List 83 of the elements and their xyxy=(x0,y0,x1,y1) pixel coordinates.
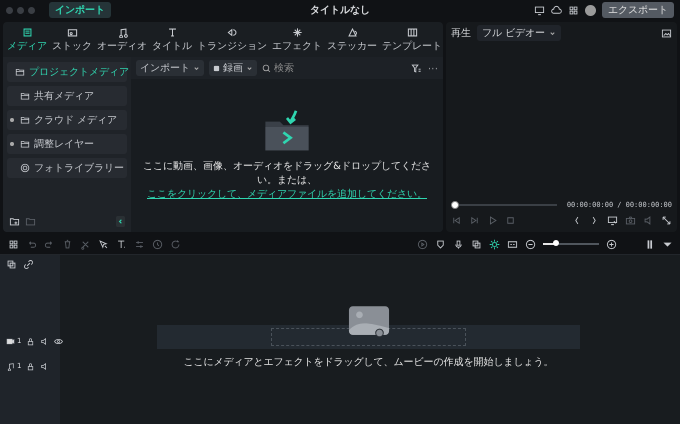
chevron-left-icon xyxy=(117,218,124,225)
redo-icon[interactable] xyxy=(44,238,55,250)
sidebar-item[interactable]: プロジェクトメディア xyxy=(7,62,127,82)
timeline-hint: ここにメディアとエフェクトをドラッグして、ムービーの作成を開始しましょう。 xyxy=(184,356,554,369)
photo-icon xyxy=(66,27,78,38)
caption-icon[interactable] xyxy=(507,238,518,250)
transition-icon xyxy=(226,27,238,38)
record-dropdown[interactable]: 録画 xyxy=(209,60,257,76)
avatar[interactable] xyxy=(585,4,596,16)
sliders-icon[interactable] xyxy=(134,238,145,250)
microphone-icon[interactable] xyxy=(453,238,464,250)
text-icon[interactable] xyxy=(116,238,127,250)
import-button[interactable]: インポート xyxy=(49,2,111,18)
new-folder-icon[interactable] xyxy=(9,216,20,227)
clock-icon[interactable] xyxy=(152,238,163,250)
previous-frame-icon[interactable] xyxy=(451,215,462,226)
scissors-icon[interactable] xyxy=(80,238,91,250)
filter-icon[interactable] xyxy=(411,62,422,74)
eye-icon[interactable] xyxy=(54,336,64,346)
folder-icon xyxy=(20,91,30,101)
template-icon xyxy=(406,27,418,38)
tab[interactable]: トランジション xyxy=(195,24,269,57)
add-media-link[interactable]: ここをクリックして、メディアファイルを追加してください。 xyxy=(147,189,427,200)
text-icon xyxy=(166,27,178,38)
tab[interactable]: オーディオ xyxy=(95,24,149,57)
play-icon[interactable] xyxy=(487,215,498,226)
undo-icon[interactable] xyxy=(26,238,37,250)
tab[interactable]: ステッカー xyxy=(325,24,379,57)
zoom-in-icon[interactable] xyxy=(606,238,617,250)
apps-icon[interactable] xyxy=(568,4,579,16)
window-title: タイトルなし xyxy=(310,4,370,17)
display-icon[interactable] xyxy=(607,215,618,226)
play-frame-icon[interactable] xyxy=(469,215,480,226)
folder-icon xyxy=(20,139,30,149)
caret-icon xyxy=(246,64,253,72)
stop-icon[interactable] xyxy=(505,215,516,226)
video-track-icon xyxy=(6,336,15,346)
pointer-icon[interactable] xyxy=(98,238,109,250)
expand-icon[interactable] xyxy=(10,142,14,146)
player-label: 再生 xyxy=(451,26,471,40)
sparkle-icon xyxy=(292,27,302,38)
record-icon xyxy=(213,64,220,72)
media-icon xyxy=(22,27,32,38)
expand-icon[interactable] xyxy=(10,118,14,122)
search-field[interactable]: 検索 xyxy=(274,62,334,74)
layers-icon[interactable] xyxy=(471,238,482,250)
folder-icon xyxy=(15,67,25,77)
sidebar-item[interactable]: 調整レイヤー xyxy=(7,134,127,154)
empty-media-message: ここに動画、画像、オーディオをドラッグ&ドロップしてください。または、 ここをクリックして、メディアファイルを追加してください。 xyxy=(142,160,432,202)
tab[interactable]: ストック xyxy=(50,24,94,57)
folder-icon[interactable] xyxy=(25,216,36,227)
refresh-icon[interactable] xyxy=(170,238,181,250)
cloud-icon[interactable] xyxy=(551,4,562,16)
tab[interactable]: テンプレート xyxy=(380,24,443,57)
music-track-icon xyxy=(6,362,15,370)
fullscreen-icon[interactable] xyxy=(661,215,672,226)
delete-icon[interactable] xyxy=(62,238,73,250)
add-track-icon[interactable] xyxy=(6,259,17,270)
music-note-icon xyxy=(116,27,128,38)
camera-icon[interactable] xyxy=(625,215,636,226)
import-dropdown[interactable]: インポート xyxy=(136,60,204,76)
tab[interactable]: メディア xyxy=(5,24,49,57)
quality-dropdown[interactable]: フル ビデオー xyxy=(477,25,562,41)
zoom-out-icon[interactable] xyxy=(525,238,536,250)
caret-icon xyxy=(549,30,556,36)
tab[interactable]: エフェクト xyxy=(270,24,324,57)
folder-icon xyxy=(20,115,30,125)
lock-icon[interactable] xyxy=(26,336,36,346)
sidebar-item[interactable]: 共有メディア xyxy=(7,86,127,106)
grid-icon[interactable] xyxy=(8,238,19,250)
sticker-icon xyxy=(346,27,358,38)
sidebar-item[interactable]: フォトライブラリー xyxy=(7,158,127,178)
caret-icon[interactable] xyxy=(663,240,672,248)
lock-icon[interactable] xyxy=(26,362,36,370)
export-button[interactable]: エクスポート xyxy=(602,2,674,18)
link-icon[interactable] xyxy=(23,259,34,270)
caret-icon xyxy=(193,64,200,72)
collapse-sidebar-button[interactable] xyxy=(116,216,125,227)
search-icon xyxy=(262,64,271,72)
monitor-icon[interactable] xyxy=(534,4,545,16)
sidebar-item[interactable]: クラウド メディア xyxy=(7,110,127,130)
shield-icon[interactable] xyxy=(435,238,446,250)
tab[interactable]: タイトル xyxy=(150,24,194,57)
